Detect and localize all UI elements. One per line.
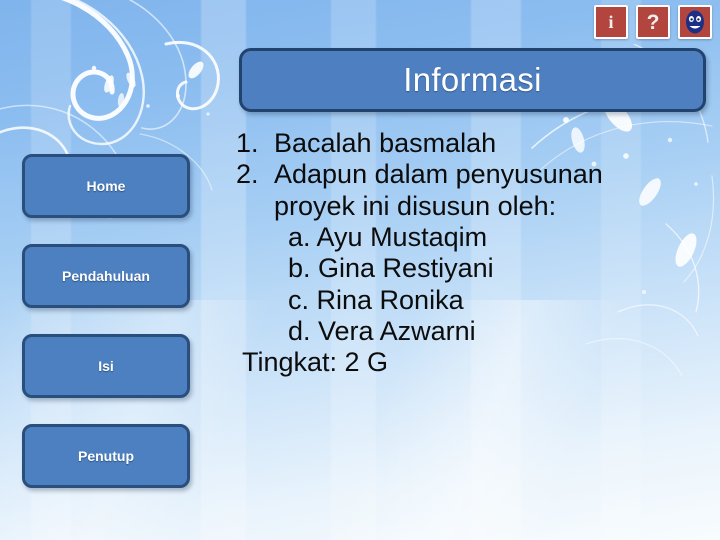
sidebar-item-home[interactable]: Home bbox=[22, 154, 190, 218]
page-title: Informasi bbox=[403, 61, 542, 98]
face-icon[interactable] bbox=[678, 5, 712, 39]
sidebar-item-penutup[interactable]: Penutup bbox=[22, 424, 190, 488]
sidebar-item-isi[interactable]: Isi bbox=[22, 334, 190, 398]
list-item: c. Rina Ronika bbox=[288, 284, 464, 315]
help-icon-glyph: ? bbox=[646, 10, 660, 34]
sidebar-item-label: Penutup bbox=[78, 448, 134, 464]
sidebar-nav: Home Pendahuluan Isi Penutup bbox=[22, 154, 190, 514]
list-item-text: Bacalah basmalah bbox=[274, 128, 497, 158]
list-marker: 1. bbox=[236, 128, 259, 158]
slide-title-banner: Informasi bbox=[239, 48, 706, 112]
list-item: b. Gina Restiyani bbox=[288, 253, 494, 284]
list-item: 2. Adapun dalam penyusunan proyek ini di… bbox=[236, 159, 688, 222]
sidebar-item-pendahuluan[interactable]: Pendahuluan bbox=[22, 244, 190, 308]
list-marker: 2. bbox=[236, 159, 259, 190]
list-item-text: Adapun dalam penyusunan proyek ini disus… bbox=[274, 159, 603, 221]
face-icon-glyph bbox=[686, 10, 704, 34]
top-icon-toolbar: i ? bbox=[594, 5, 712, 39]
slide-body-content: 1. Bacalah basmalah 2. Adapun dalam peny… bbox=[236, 128, 688, 379]
list-item: 1. Bacalah basmalah bbox=[236, 128, 688, 159]
info-icon-glyph: i bbox=[608, 12, 614, 32]
sidebar-item-label: Pendahuluan bbox=[62, 268, 150, 284]
tingkat-text: Tingkat: 2 G bbox=[242, 347, 389, 378]
list-item: d. Vera Azwarni bbox=[288, 315, 476, 346]
list-item: a. Ayu Mustaqim bbox=[288, 221, 488, 252]
sidebar-item-label: Home bbox=[86, 178, 126, 194]
info-icon[interactable]: i bbox=[594, 5, 628, 39]
sidebar-item-label: Isi bbox=[98, 358, 114, 374]
help-icon[interactable]: ? bbox=[636, 5, 670, 39]
presentation-slide: i ? Informasi Home Pendahuluan Isi Penut… bbox=[0, 0, 720, 540]
